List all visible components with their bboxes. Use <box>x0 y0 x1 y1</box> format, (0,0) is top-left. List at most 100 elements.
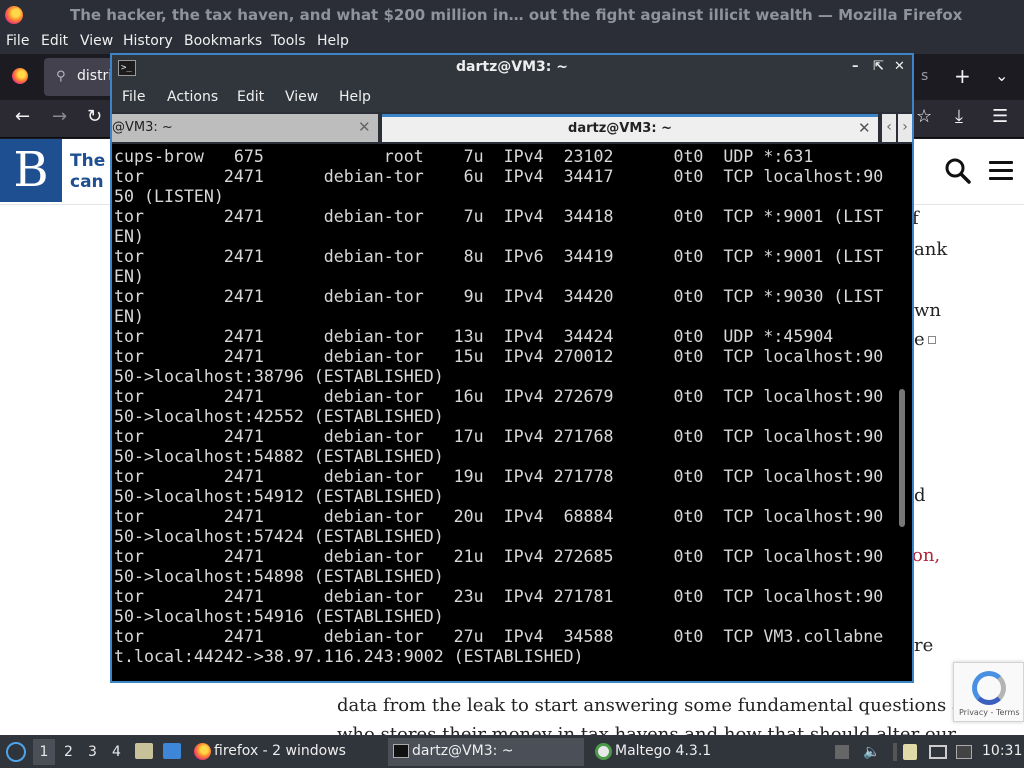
article-fragment: wn <box>914 300 941 321</box>
workspace-3[interactable]: 3 <box>88 744 97 760</box>
terminal-line: 50->localhost:54882 (ESTABLISHED) <box>114 447 444 466</box>
downloads-icon[interactable]: ⤓ <box>955 106 963 127</box>
terminal-window: >_ dartz@VM3: ~ – ⇱ ✕ File Actions Edit … <box>110 53 914 683</box>
firefox-window-title: The hacker, the tax haven, and what $200… <box>70 6 963 24</box>
terminal-scrollbar[interactable] <box>899 389 905 527</box>
show-desktop-icon[interactable] <box>163 743 181 759</box>
terminal-line: tor 2471 debian-tor 17u IPv4 271768 0t0 … <box>114 427 884 446</box>
article-link-fragment[interactable]: on, <box>912 545 940 566</box>
task-label: firefox - 2 windows <box>214 743 346 759</box>
maltego-icon <box>595 743 612 760</box>
search-icon[interactable] <box>944 157 972 185</box>
minimize-icon[interactable]: – <box>852 59 859 74</box>
hamburger-menu-icon[interactable]: ☰ <box>992 106 1008 127</box>
terminal-tab-label: dartz@VM3: ~ <box>568 121 672 136</box>
terminal-menu-help[interactable]: Help <box>339 89 371 105</box>
article-fragment: re <box>914 635 934 656</box>
task-firefox[interactable]: firefox - 2 windows <box>190 738 352 766</box>
article-fragment: ank <box>914 239 948 260</box>
firefox-menu-help[interactable]: Help <box>317 33 349 49</box>
firefox-tab-overflow-label[interactable]: s <box>921 68 928 84</box>
external-link-icon <box>928 336 936 344</box>
terminal-line: tor 2471 debian-tor 7u IPv4 34418 0t0 TC… <box>114 207 884 226</box>
task-terminal[interactable]: dartz@VM3: ~ <box>388 738 584 766</box>
file-manager-icon[interactable] <box>135 743 153 759</box>
reload-icon[interactable]: ↻ <box>87 106 102 127</box>
volume-icon[interactable]: 🔈 <box>863 744 880 760</box>
terminal-line: 50->localhost:54916 (ESTABLISHED) <box>114 607 444 626</box>
chevron-down-icon[interactable]: ⌄ <box>995 66 1008 85</box>
terminal-line: EN) <box>114 267 144 286</box>
terminal-line: tor 2471 debian-tor 21u IPv4 272685 0t0 … <box>114 547 884 566</box>
terminal-line: tor 2471 debian-tor 20u IPv4 68884 0t0 T… <box>114 507 884 526</box>
site-name[interactable]: The can <box>70 151 105 193</box>
task-label: Maltego 4.3.1 <box>615 743 712 759</box>
terminal-icon <box>393 744 409 758</box>
terminal-menu-file[interactable]: File <box>122 89 145 105</box>
site-logo[interactable]: B <box>0 139 62 202</box>
bookmark-star-icon[interactable]: ☆ <box>916 106 932 127</box>
network-icon[interactable] <box>956 745 972 759</box>
firefox-menu-view[interactable]: View <box>80 33 113 49</box>
tray-app-icon[interactable] <box>835 745 849 759</box>
firefox-menu-file[interactable]: File <box>6 33 29 49</box>
display-icon[interactable] <box>929 745 947 759</box>
terminal-tab-label: @VM3: ~ <box>112 120 173 135</box>
close-tab-icon[interactable]: ✕ <box>358 118 371 136</box>
terminal-line: 50->localhost:54898 (ESTABLISHED) <box>114 567 444 586</box>
terminal-menubar: File Actions Edit View Help <box>112 82 912 112</box>
terminal-titlebar[interactable]: >_ dartz@VM3: ~ – ⇱ ✕ <box>112 55 912 82</box>
terminal-line: EN) <box>114 227 144 246</box>
terminal-line: EN) <box>114 307 144 326</box>
firefox-menu-edit[interactable]: Edit <box>41 33 68 49</box>
clock[interactable]: 10:31 <box>982 743 1022 759</box>
terminal-line: tor 2471 debian-tor 23u IPv4 271781 0t0 … <box>114 587 884 606</box>
firefox-tab-label[interactable]: distri <box>77 68 112 84</box>
terminal-line: tor 2471 debian-tor 15u IPv4 270012 0t0 … <box>114 347 884 366</box>
chevron-left-icon[interactable]: ‹ <box>882 114 896 142</box>
terminal-lines: cups-brow 675 root 7u IPv4 23102 0t0 UDP… <box>114 147 883 667</box>
article-fragment: e <box>914 329 925 350</box>
terminal-tab[interactable]: @VM3: ~ ✕ <box>112 114 378 142</box>
new-tab-icon[interactable]: + <box>954 64 971 88</box>
terminal-line: tor 2471 debian-tor 19u IPv4 271778 0t0 … <box>114 467 884 486</box>
recaptcha-links[interactable]: Privacy - Terms <box>959 708 1020 717</box>
terminal-window-title: dartz@VM3: ~ <box>456 59 568 75</box>
workspace-4[interactable]: 4 <box>112 744 121 760</box>
back-icon[interactable]: ← <box>15 106 30 127</box>
terminal-line: tor 2471 debian-tor 9u IPv4 34420 0t0 TC… <box>114 287 884 306</box>
app-menu-icon[interactable] <box>6 742 26 762</box>
firefox-icon <box>5 6 23 24</box>
terminal-line: tor 2471 debian-tor 6u IPv4 34417 0t0 TC… <box>114 167 884 186</box>
terminal-output[interactable]: cups-brow 675 root 7u IPv4 23102 0t0 UDP… <box>112 144 912 681</box>
terminal-line: tor 2471 debian-tor 8u IPv6 34419 0t0 TC… <box>114 247 884 266</box>
close-tab-icon[interactable]: ✕ <box>858 119 871 137</box>
firefox-menu-bookmarks[interactable]: Bookmarks <box>184 33 262 49</box>
firefox-menu-history[interactable]: History <box>123 33 173 49</box>
firefox-icon <box>194 743 211 760</box>
terminal-menu-actions[interactable]: Actions <box>167 89 218 105</box>
terminal-menu-edit[interactable]: Edit <box>237 89 264 105</box>
terminal-tabbar: @VM3: ~ ✕ dartz@VM3: ~ ✕ ‹ › <box>112 112 912 144</box>
task-maltego[interactable]: Maltego 4.3.1 <box>591 738 717 766</box>
recaptcha-badge[interactable]: Privacy - Terms <box>953 662 1024 722</box>
chevron-right-icon[interactable]: › <box>898 114 912 142</box>
forward-icon[interactable]: → <box>52 106 67 127</box>
firefox-view-icon[interactable] <box>12 68 28 84</box>
terminal-line: tor 2471 debian-tor 27u IPv4 34588 0t0 T… <box>114 627 884 646</box>
terminal-tab-active[interactable]: dartz@VM3: ~ ✕ <box>382 114 878 142</box>
terminal-menu-view[interactable]: View <box>285 89 318 105</box>
terminal-line: 50->localhost:38796 (ESTABLISHED) <box>114 367 444 386</box>
close-icon[interactable]: ✕ <box>894 59 905 74</box>
firefox-menu-tools[interactable]: Tools <box>271 33 306 49</box>
site-menu-icon[interactable] <box>989 161 1013 181</box>
terminal-line: 50->localhost:54912 (ESTABLISHED) <box>114 487 444 506</box>
terminal-line: 50->localhost:57424 (ESTABLISHED) <box>114 527 444 546</box>
terminal-line: cups-brow 675 root 7u IPv4 23102 0t0 UDP… <box>114 147 814 166</box>
clipboard-icon[interactable] <box>903 744 917 760</box>
terminal-line: tor 2471 debian-tor 13u IPv4 34424 0t0 U… <box>114 327 834 346</box>
workspace-1[interactable]: 1 <box>33 739 55 765</box>
site-name-line2: can <box>70 172 104 192</box>
workspace-2[interactable]: 2 <box>64 744 73 760</box>
maximize-icon[interactable]: ⇱ <box>873 59 884 74</box>
